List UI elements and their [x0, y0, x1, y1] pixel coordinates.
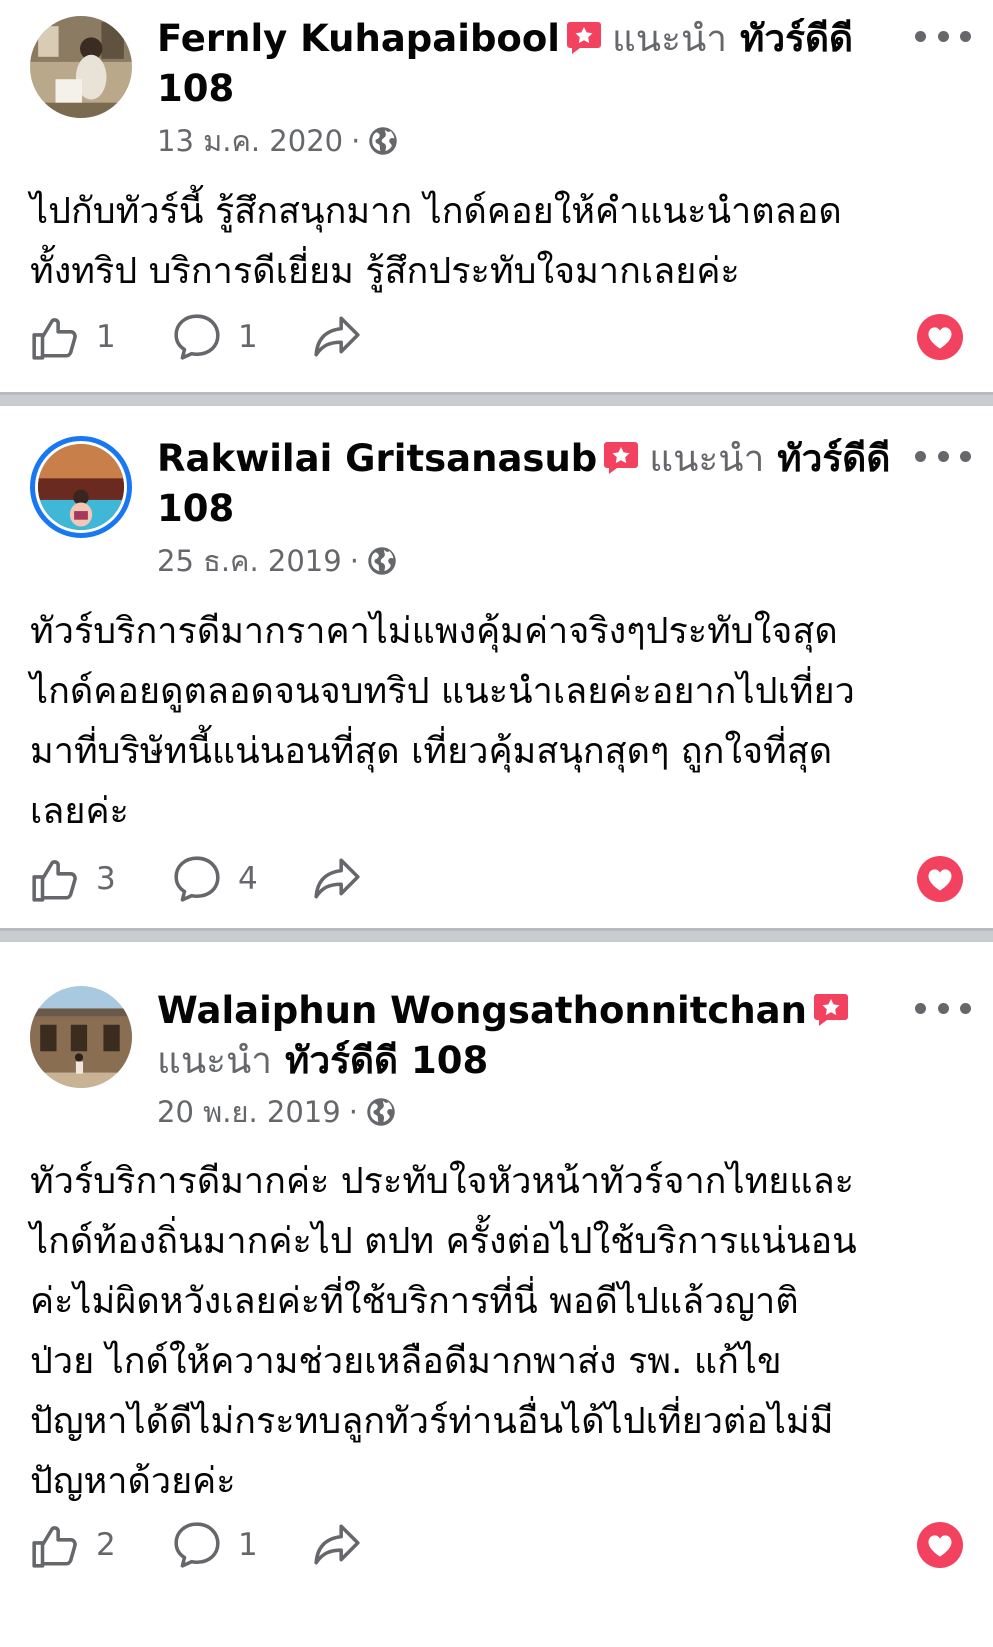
recommends-label: แนะนำ [611, 17, 728, 60]
love-reaction-icon[interactable] [917, 1522, 963, 1568]
review-text: ไปกับทัวร์นี้ รู้สึกสนุกมาก ไกด์คอยให้คำ… [30, 182, 963, 302]
more-options-icon[interactable] [915, 998, 971, 1018]
recommends-label: แนะนำ [157, 1039, 273, 1082]
review-text-line: ป่วย ไกด์ให้ความช่วยเหลือดีมากพาส่ง รพ. … [30, 1341, 782, 1382]
like-count: 3 [96, 861, 116, 897]
reviewer-name[interactable]: Fernly Kuhapaibool [157, 17, 560, 60]
review-date: 13 ม.ค. 2020 · [157, 121, 398, 161]
love-reaction-icon[interactable] [917, 314, 963, 360]
share-icon [312, 854, 362, 904]
page-name[interactable]: ทัวร์ดีดี [777, 437, 890, 480]
separator: · [349, 544, 359, 578]
review-text-line: ค่ะไม่ผิดหวังเลยค่ะที่ใช้บริการที่นี่ พอ… [30, 1281, 799, 1322]
recommend-badge-icon [603, 441, 639, 475]
comment-icon [172, 312, 222, 362]
thumbs-up-icon [30, 1520, 80, 1570]
page-name-number[interactable]: 108 [157, 67, 234, 110]
like-button[interactable]: 1 [30, 309, 116, 365]
date-text[interactable]: 25 ธ.ค. 2019 [157, 541, 342, 581]
action-bar: 2 1 [30, 1517, 963, 1573]
review-text-line: ปัญหาด้วยค่ะ [30, 1461, 236, 1502]
avatar[interactable] [30, 16, 132, 118]
page-name[interactable]: ทัวร์ดีดี 108 [285, 1039, 488, 1082]
review-date: 20 พ.ย. 2019 · [157, 1092, 396, 1132]
review-text: ทัวร์บริการดีมากราคาไม่แพงคุ้มค่าจริงๆปร… [30, 602, 963, 842]
action-bar: 1 1 [30, 309, 963, 365]
comment-button[interactable]: 1 [172, 1517, 258, 1573]
comment-count: 1 [238, 1527, 258, 1563]
globe-icon [367, 546, 397, 576]
page-name-number[interactable]: 108 [157, 487, 234, 530]
review-text-line: ไปกับทัวร์นี้ รู้สึกสนุกมาก ไกด์คอยให้คำ… [30, 191, 842, 232]
comment-count: 1 [238, 319, 258, 355]
date-text[interactable]: 20 พ.ย. 2019 [157, 1092, 341, 1132]
review-text-line: ไกด์ท้องถิ่นมากค่ะไป ตปท ครั้งต่อไปใช้บร… [30, 1221, 857, 1262]
share-button[interactable] [312, 851, 362, 907]
review-text-line: ทัวร์บริการดีมากราคาไม่แพงคุ้มค่าจริงๆปร… [30, 611, 838, 652]
globe-icon [368, 126, 398, 156]
share-button[interactable] [312, 309, 362, 365]
avatar[interactable] [30, 986, 132, 1088]
review-text-line: ปัญหาได้ดีไม่กระทบลูกทัวร์ท่านอื่นได้ไปเ… [30, 1401, 834, 1442]
review-card: Walaiphun Wongsathonnitchan แนะนำ ทัวร์ด… [0, 942, 993, 1647]
recommends-label: แนะนำ [649, 437, 765, 480]
like-count: 2 [96, 1527, 116, 1563]
love-reaction-icon[interactable] [917, 856, 963, 902]
reviewer-name[interactable]: Walaiphun Wongsathonnitchan [157, 989, 807, 1032]
recommend-badge-icon [813, 993, 849, 1027]
more-options-icon[interactable] [915, 26, 971, 46]
review-text-line: ทัวร์บริการดีมากค่ะ ประทับใจหัวหน้าทัวร์… [30, 1161, 854, 1202]
review-text-line: เลยค่ะ [30, 791, 129, 832]
review-text: ทัวร์บริการดีมากค่ะ ประทับใจหัวหน้าทัวร์… [30, 1152, 963, 1512]
review-header: Fernly Kuhapaibool แนะนำ ทัวร์ดีดี 108 [157, 14, 893, 114]
recommend-badge-icon [566, 21, 602, 55]
review-card: Rakwilai Gritsanasub แนะนำ ทัวร์ดีดี 108 … [0, 406, 993, 928]
thumbs-up-icon [30, 854, 80, 904]
review-header: Rakwilai Gritsanasub แนะนำ ทัวร์ดีดี 108 [157, 434, 893, 534]
review-divider [0, 928, 993, 942]
comment-icon [172, 854, 222, 904]
page-name[interactable]: ทัวร์ดีดี [740, 17, 853, 60]
like-button[interactable]: 3 [30, 851, 116, 907]
like-button[interactable]: 2 [30, 1517, 116, 1573]
review-text-line: ไกด์คอยดูตลอดจนจบทริป แนะนำเลยค่ะอยากไปเ… [30, 671, 855, 712]
separator: · [348, 1095, 358, 1129]
review-text-line: มาที่บริษัทนี้แน่นอนที่สุด เที่ยวคุ้มสนุ… [30, 731, 833, 772]
share-button[interactable] [312, 1517, 362, 1573]
comment-icon [172, 1520, 222, 1570]
comment-button[interactable]: 4 [172, 851, 258, 907]
reviewer-name[interactable]: Rakwilai Gritsanasub [157, 437, 597, 480]
review-text-line: ทั้งทริป บริการดีเยี่ยม รู้สึกประทับใจมา… [30, 251, 740, 292]
globe-icon [366, 1097, 396, 1127]
avatar[interactable] [30, 436, 132, 538]
review-divider [0, 392, 993, 406]
review-card: Fernly Kuhapaibool แนะนำ ทัวร์ดีดี 108 13… [0, 0, 993, 392]
review-header: Walaiphun Wongsathonnitchan แนะนำ ทัวร์ด… [157, 986, 893, 1086]
action-bar: 3 4 [30, 851, 963, 907]
share-icon [312, 1520, 362, 1570]
share-icon [312, 312, 362, 362]
comment-count: 4 [238, 861, 258, 897]
separator: · [351, 124, 361, 158]
comment-button[interactable]: 1 [172, 309, 258, 365]
like-count: 1 [96, 319, 116, 355]
thumbs-up-icon [30, 312, 80, 362]
review-date: 25 ธ.ค. 2019 · [157, 541, 397, 581]
more-options-icon[interactable] [915, 446, 971, 466]
date-text[interactable]: 13 ม.ค. 2020 [157, 121, 343, 161]
